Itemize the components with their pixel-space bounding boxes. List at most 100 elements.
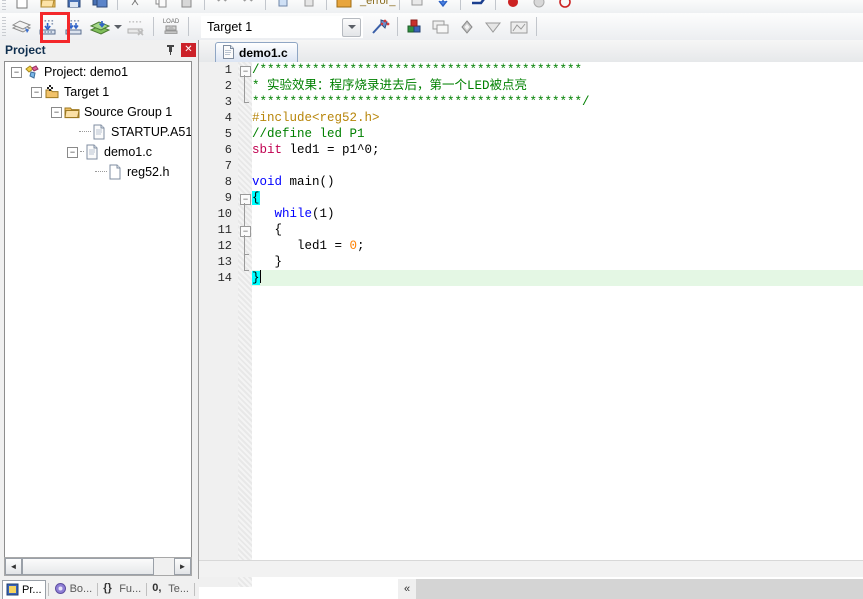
line-number: 9 xyxy=(224,191,232,205)
tab-templates[interactable]: 0, Te... xyxy=(149,580,192,598)
bookmark-toggle-icon[interactable] xyxy=(270,0,296,13)
download-arrow-icon[interactable] xyxy=(430,0,456,13)
folder-icon xyxy=(64,104,80,120)
fold-line xyxy=(244,235,245,254)
tab-project[interactable]: Pr... xyxy=(2,579,46,599)
code-line-text: { xyxy=(252,190,260,206)
scroll-right-arrow-icon[interactable]: ► xyxy=(174,558,191,575)
target-combo[interactable]: Target 1 xyxy=(201,15,363,38)
scroll-collapse-icon[interactable]: « xyxy=(398,579,416,599)
debug-session-icon[interactable] xyxy=(465,0,491,13)
code-line[interactable]: led1 = 0; xyxy=(252,238,863,254)
performance-analyzer-icon[interactable] xyxy=(506,15,532,39)
code-text-column[interactable]: /***************************************… xyxy=(252,62,863,587)
code-lines[interactable]: /***************************************… xyxy=(252,62,863,286)
project-tree[interactable]: − Project: demo1 − Target 1 − Source Gro… xyxy=(4,61,192,576)
close-icon[interactable]: ✕ xyxy=(181,42,196,57)
code-line[interactable]: while(1) xyxy=(252,206,863,222)
code-token: #include<reg52.h> xyxy=(252,111,380,125)
editor-tabstrip: demo1.c xyxy=(199,40,863,63)
tab-books[interactable]: Bo... xyxy=(51,580,96,598)
tree-item-demo1-c[interactable]: − demo1.c xyxy=(5,142,191,162)
stop-build-icon[interactable] xyxy=(123,15,149,39)
scroll-left-arrow-icon[interactable]: ◄ xyxy=(5,558,22,575)
insert-bookmark-icon[interactable] xyxy=(404,0,430,13)
batch-build-dropdown-icon[interactable] xyxy=(113,15,123,39)
code-line[interactable]: sbit led1 = p1^0; xyxy=(252,142,863,158)
download-load-icon[interactable]: LOAD xyxy=(158,15,184,39)
copy-icon[interactable] xyxy=(148,0,174,13)
toolbar-separator xyxy=(188,17,189,36)
code-line[interactable]: { xyxy=(252,190,863,206)
fold-marker-main-block[interactable]: − xyxy=(240,194,251,205)
code-line[interactable]: * 实验效果：程序烧录进去后，第一个LED被点亮 xyxy=(252,78,863,94)
code-line[interactable]: //define led P1 xyxy=(252,126,863,142)
code-line[interactable] xyxy=(252,158,863,174)
cut-icon[interactable] xyxy=(122,0,148,13)
translate-file-icon[interactable] xyxy=(9,15,35,39)
expander-icon[interactable]: − xyxy=(11,66,22,78)
undo-icon[interactable] xyxy=(209,0,235,13)
project-tree-hscrollbar[interactable]: ◄ ► xyxy=(4,557,192,576)
code-line-text: ****************************************… xyxy=(252,94,590,110)
tab-functions[interactable]: {} Fu... xyxy=(100,580,144,598)
expander-icon[interactable]: − xyxy=(31,86,42,98)
target-options-icon[interactable] xyxy=(367,15,393,39)
redo-icon[interactable] xyxy=(235,0,261,13)
editor-hscrollbar[interactable] xyxy=(199,560,863,577)
target-combo-dropdown-icon[interactable] xyxy=(342,17,361,37)
toolbar-grip[interactable] xyxy=(2,0,6,11)
pin-icon[interactable] xyxy=(163,43,177,57)
code-line[interactable]: void main() xyxy=(252,174,863,190)
line-number-row: 10 xyxy=(199,206,238,222)
manage-components-icon[interactable] xyxy=(402,15,428,39)
rebuild-all-icon[interactable] xyxy=(61,15,87,39)
toolbar-separator xyxy=(265,0,266,10)
code-line[interactable]: #include<reg52.h> xyxy=(252,110,863,126)
line-number: 8 xyxy=(224,175,232,189)
tree-item-label: Project: demo1 xyxy=(44,65,129,79)
fold-marker-comment[interactable]: − xyxy=(240,66,251,77)
windows-icon[interactable] xyxy=(428,15,454,39)
expander-icon[interactable]: − xyxy=(67,146,78,158)
line-number-row: 13 xyxy=(199,254,238,270)
project-panel-tabs: Pr... Bo... {} Fu... 0, Te... xyxy=(0,579,200,599)
save-icon[interactable] xyxy=(61,0,87,13)
tree-item-target[interactable]: − Target 1 xyxy=(5,82,191,102)
bookmark-next-icon[interactable] xyxy=(296,0,322,13)
c-file-icon xyxy=(222,44,235,62)
scroll-thumb[interactable] xyxy=(22,558,154,575)
code-line-text: led1 = 0; xyxy=(252,238,365,254)
toolbar-grip[interactable] xyxy=(2,16,6,37)
project-folder-icon[interactable] xyxy=(331,0,357,13)
fold-margin[interactable]: − − − xyxy=(238,62,252,587)
code-line[interactable]: } xyxy=(252,270,863,286)
new-file-icon[interactable] xyxy=(9,0,35,13)
editor-tab-demo1-c[interactable]: demo1.c xyxy=(215,42,298,63)
tree-item-reg52-h[interactable]: reg52.h xyxy=(5,162,191,182)
fold-marker-while-block[interactable]: − xyxy=(240,226,251,237)
tree-item-project[interactable]: − Project: demo1 xyxy=(5,62,191,82)
batch-build-icon[interactable] xyxy=(87,15,113,39)
code-editor[interactable]: − − − /*********************************… xyxy=(199,62,863,587)
toolbar-separator xyxy=(397,17,398,36)
code-line[interactable]: { xyxy=(252,222,863,238)
code-line[interactable]: ****************************************… xyxy=(252,94,863,110)
code-line[interactable]: /***************************************… xyxy=(252,62,863,78)
debug-settings-icon[interactable] xyxy=(454,15,480,39)
breakpoint-kill-all-icon[interactable] xyxy=(552,0,578,13)
breakpoint-insert-icon[interactable] xyxy=(500,0,526,13)
paste-icon[interactable] xyxy=(174,0,200,13)
tree-item-startup-a51[interactable]: STARTUP.A51 xyxy=(5,122,191,142)
code-token: (1) xyxy=(312,207,335,221)
code-line[interactable]: } xyxy=(252,254,863,270)
save-all-icon[interactable] xyxy=(87,0,113,13)
expander-icon[interactable]: − xyxy=(51,106,62,118)
memory-map-icon[interactable] xyxy=(480,15,506,39)
tree-item-source-group[interactable]: − Source Group 1 xyxy=(5,102,191,122)
build-target-icon[interactable] xyxy=(35,15,61,39)
build-toolbar: LOAD Target 1 xyxy=(0,13,863,41)
toolbar-separator xyxy=(204,0,205,10)
open-file-icon[interactable] xyxy=(35,0,61,13)
breakpoint-disable-icon[interactable] xyxy=(526,0,552,13)
